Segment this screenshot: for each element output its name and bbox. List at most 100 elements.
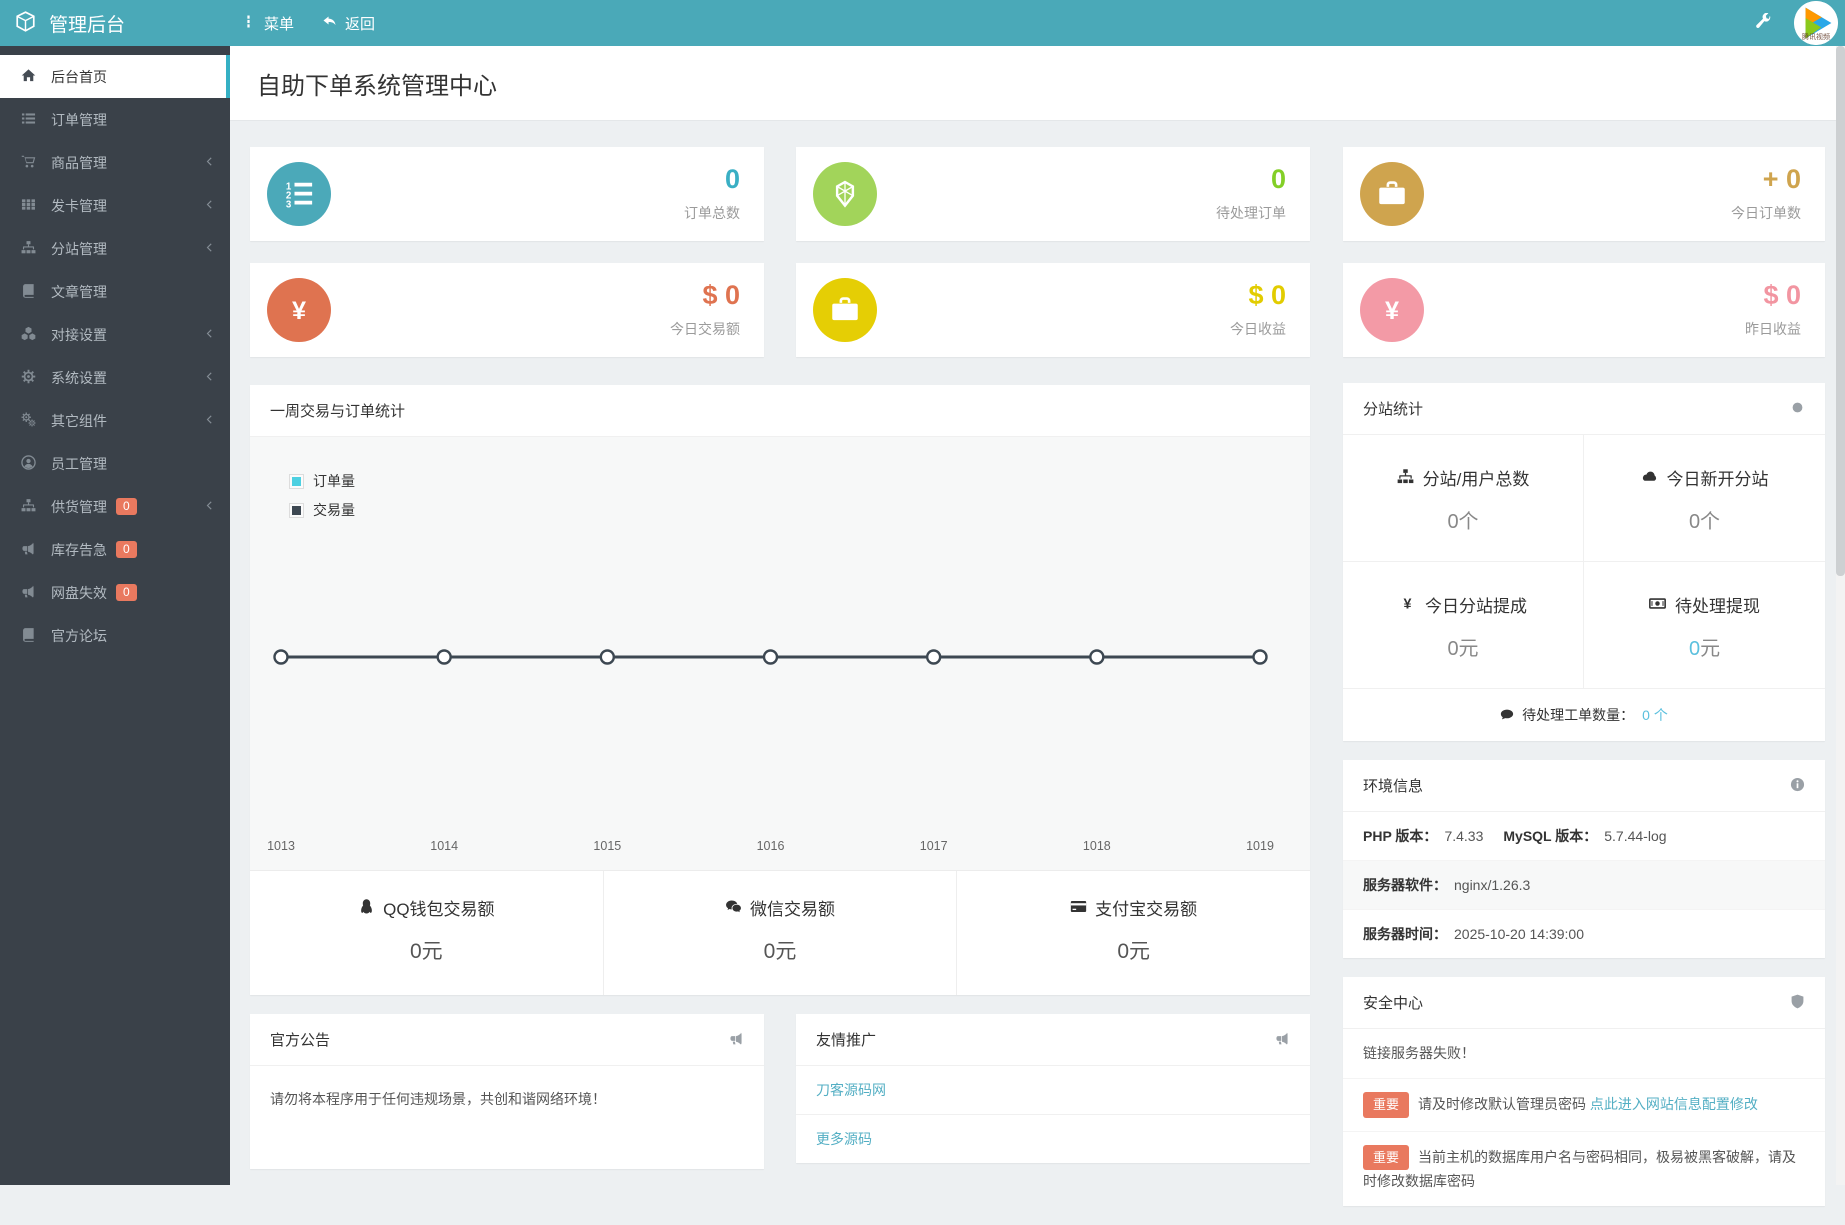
payments-strip: QQ钱包交易额0元微信交易额0元支付宝交易额0元	[250, 871, 1310, 995]
sidebar-item-forum[interactable]: 官方论坛	[0, 614, 230, 657]
sidebar-item-label: 库存告急	[51, 540, 107, 560]
sidebar-item-label: 分站管理	[51, 239, 107, 259]
comment-icon	[1500, 707, 1514, 723]
sidebar-item-integration[interactable]: 对接设置	[0, 313, 230, 356]
promo-link-daoke-source[interactable]: 刀客源码网	[796, 1066, 1310, 1115]
cubes-icon	[18, 326, 39, 343]
environment-title: 环境信息	[1363, 775, 1423, 796]
security-link[interactable]: 点此进入网站信息配置修改	[1590, 1096, 1758, 1112]
sidebar-item-stock-alert[interactable]: 库存告急0	[0, 528, 230, 571]
brand[interactable]: 管理后台	[0, 10, 230, 37]
page-scrollbar[interactable]	[1836, 46, 1845, 1185]
x-axis-label: 1013	[267, 839, 295, 853]
line-chart	[250, 437, 1310, 817]
sidebar-item-staff[interactable]: 员工管理	[0, 442, 230, 485]
sub-stat-value: 0个	[1343, 505, 1583, 534]
sidebar-item-substations[interactable]: 分站管理	[0, 227, 230, 270]
announcement-title: 官方公告	[270, 1029, 330, 1050]
menu-toggle[interactable]: 菜单	[241, 13, 294, 34]
chevron-left-icon	[204, 414, 215, 427]
chart-legend: 订单量交易量	[290, 471, 355, 529]
legend-item[interactable]: 订单量	[290, 471, 355, 491]
wechat-icon	[725, 898, 742, 918]
bars-icon	[241, 14, 256, 31]
cloud-icon	[1641, 468, 1658, 488]
sidebar-item-label: 官方论坛	[51, 626, 107, 646]
sidebar-item-label: 商品管理	[51, 153, 107, 173]
sidebar-item-label: 员工管理	[51, 454, 107, 474]
promo-link-more-source[interactable]: 更多源码	[796, 1115, 1310, 1163]
cube-icon	[15, 11, 36, 35]
sidebar-item-components[interactable]: 其它组件	[0, 399, 230, 442]
pending-tickets-label: 待处理工单数量：	[1522, 705, 1634, 725]
stat-value: + 0	[1731, 166, 1801, 193]
sidebar-item-system[interactable]: 系统设置	[0, 356, 230, 399]
important-badge: 重要	[1363, 1145, 1409, 1170]
legend-item[interactable]: 交易量	[290, 500, 355, 520]
sidebar-item-orders[interactable]: 订单管理	[0, 98, 230, 141]
sidebar-item-label: 其它组件	[51, 411, 107, 431]
yen-icon: ¥	[1360, 278, 1424, 342]
env-row: 服务器时间：2025-10-20 14:39:00	[1343, 910, 1825, 958]
th-icon	[18, 197, 39, 214]
main-area: 自助下单系统管理中心 1230订单总数 0待处理订单 ¥$ 0今日交易额 $ 0…	[230, 0, 1845, 1225]
sub-stat-label: 分站/用户总数	[1423, 465, 1530, 490]
list-ol-icon: 123	[267, 162, 331, 226]
payment-wechat: 微信交易额0元	[604, 871, 958, 995]
security-panel: 安全中心 链接服务器失败！重要请及时修改默认管理员密码 点此进入网站信息配置修改…	[1343, 977, 1825, 1206]
stat-card-yesterday-profit: ¥$ 0昨日收益	[1343, 263, 1825, 357]
sub-stat-value: 0元	[1584, 632, 1825, 661]
scrollbar-thumb[interactable]	[1836, 46, 1845, 576]
sitemap-icon	[18, 498, 39, 515]
sidebar-item-products[interactable]: 商品管理	[0, 141, 230, 184]
circle-icon	[1790, 400, 1805, 417]
pending-tickets-value: 0 个	[1642, 705, 1668, 725]
sidebar-item-card-issue[interactable]: 发卡管理	[0, 184, 230, 227]
count-badge: 0	[116, 584, 137, 601]
yen-icon: ¥	[267, 278, 331, 342]
payment-label: 微信交易额	[750, 895, 835, 920]
money-icon	[1649, 595, 1666, 615]
sidebar-item-home[interactable]: 后台首页	[0, 55, 230, 98]
yen-icon: ¥	[1399, 595, 1416, 615]
sidebar-item-label: 订单管理	[51, 110, 107, 130]
sidebar-item-supply[interactable]: 供货管理0	[0, 485, 230, 528]
list-icon	[18, 111, 39, 128]
promotion-panel: 友情推广 刀客源码网更多源码	[796, 1014, 1310, 1163]
wrench-icon[interactable]	[1755, 13, 1772, 33]
avatar[interactable]: 腾讯视频	[1794, 1, 1838, 45]
payment-label: 支付宝交易额	[1095, 895, 1197, 920]
sidebar: 后台首页订单管理商品管理发卡管理分站管理文章管理对接设置系统设置其它组件员工管理…	[0, 46, 230, 1185]
sub-stat-value: 0个	[1584, 505, 1825, 534]
sidebar-item-articles[interactable]: 文章管理	[0, 270, 230, 313]
env-row: 服务器软件：nginx/1.26.3	[1343, 861, 1825, 910]
stat-card-today-volume: ¥$ 0今日交易额	[250, 263, 764, 357]
stat-value: 0	[684, 166, 740, 193]
avatar-watermark: 腾讯视频	[1802, 32, 1830, 42]
legend-swatch	[290, 504, 303, 517]
env-row: PHP 版本：7.4.33MySQL 版本：5.7.44-log	[1343, 812, 1825, 861]
stat-label: 今日收益	[1230, 319, 1286, 339]
page-title: 自助下单系统管理中心	[257, 66, 497, 101]
chevron-left-icon	[204, 199, 215, 212]
chevron-left-icon	[204, 156, 215, 169]
briefcase-icon	[813, 278, 877, 342]
info-icon	[1790, 777, 1805, 794]
sub-stat-label: 今日分站提成	[1425, 592, 1527, 617]
x-axis-label: 1018	[1083, 839, 1111, 853]
substation-panel: 分站统计 分站/用户总数0个今日新开分站0个¥今日分站提成0元待处理提现0元 待…	[1343, 383, 1825, 741]
sidebar-item-netdisk-invalid[interactable]: 网盘失效0	[0, 571, 230, 614]
security-text: 链接服务器失败！	[1363, 1045, 1475, 1061]
credit-card-icon	[1070, 898, 1087, 918]
sidebar-item-label: 供货管理	[51, 497, 107, 517]
stat-value: 0	[1216, 166, 1286, 193]
sub-stat-substation-user-total: 分站/用户总数 0个	[1343, 435, 1584, 562]
payment-alipay: 支付宝交易额0元	[957, 871, 1310, 995]
back-link[interactable]: 返回	[322, 13, 375, 34]
security-text: 当前主机的数据库用户名与密码相同，极易被黑客破解，请及时修改数据库密码	[1363, 1149, 1796, 1189]
chevron-left-icon	[204, 242, 215, 255]
sidebar-item-label: 文章管理	[51, 282, 107, 302]
svg-text:¥: ¥	[292, 297, 306, 325]
sub-stat-label: 待处理提现	[1675, 592, 1760, 617]
gem-icon	[813, 162, 877, 226]
